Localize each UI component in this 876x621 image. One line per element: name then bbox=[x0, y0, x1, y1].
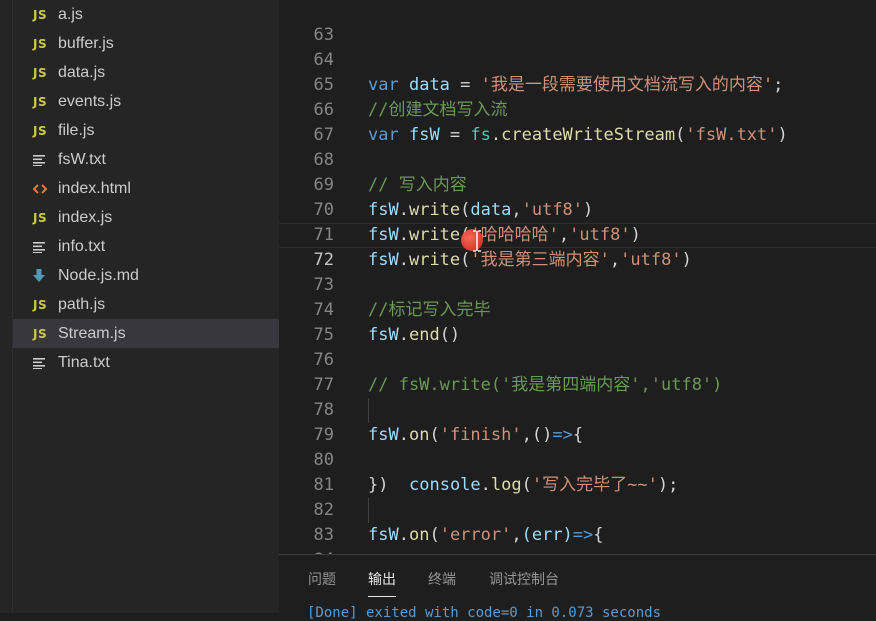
file-label: buffer.js bbox=[58, 34, 114, 52]
code-editor[interactable]: 63 64 var data = '我是一段需要使用文档流写入的内容'; 65 … bbox=[279, 0, 876, 554]
explorer-sidebar: JS a.js JS buffer.js JS data.js JS event… bbox=[0, 0, 279, 613]
tab-output[interactable]: 输出 bbox=[368, 569, 396, 597]
file-label: index.js bbox=[58, 208, 113, 226]
file-item-info-txt[interactable]: info.txt bbox=[13, 232, 279, 261]
code-line[interactable]: 74 fsW.end() bbox=[279, 273, 876, 345]
html-icon bbox=[33, 183, 57, 195]
js-icon: JS bbox=[33, 36, 48, 51]
file-label: info.txt bbox=[58, 237, 106, 255]
tab-terminal[interactable]: 终端 bbox=[428, 569, 456, 589]
file-item-index-js[interactable]: JS index.js bbox=[13, 203, 279, 232]
bottom-panel: 问题 输出 终端 调试控制台 [Done] exited with code=0… bbox=[279, 554, 876, 621]
file-item-tina-txt[interactable]: Tina.txt bbox=[13, 348, 279, 377]
code-line[interactable]: 77 bbox=[279, 348, 876, 395]
file-item-buffer-js[interactable]: JS buffer.js bbox=[13, 29, 279, 58]
file-label: a.js bbox=[58, 5, 83, 23]
file-label: file.js bbox=[58, 121, 95, 139]
code-line[interactable]: 83 console.log(err); bbox=[279, 498, 876, 545]
code-line[interactable]: 70 fsW.write('哈哈哈哈','utf8') bbox=[279, 173, 876, 245]
file-item-events-js[interactable]: JS events.js bbox=[13, 87, 279, 116]
code-line[interactable]: 71 fsW.write('我是第三端内容','utf8') bbox=[279, 198, 876, 270]
file-label: Node.js.md bbox=[58, 266, 139, 284]
current-code-line[interactable]: 72 bbox=[279, 223, 876, 270]
text-file-icon bbox=[33, 154, 57, 166]
js-icon: JS bbox=[33, 65, 48, 80]
code-line[interactable]: 75 bbox=[279, 298, 876, 345]
file-item-a-js[interactable]: JS a.js bbox=[13, 0, 279, 29]
tab-debug-console[interactable]: 调试控制台 bbox=[489, 569, 559, 589]
file-item-index-html[interactable]: index.html bbox=[13, 174, 279, 203]
js-icon: JS bbox=[33, 210, 48, 225]
file-item-path-js[interactable]: JS path.js bbox=[13, 290, 279, 319]
code-line[interactable]: 66 var fsW = fs.createWriteStream('fsW.t… bbox=[279, 73, 876, 145]
file-label: Tina.txt bbox=[58, 353, 110, 371]
code-line[interactable]: 80 }) bbox=[279, 423, 876, 495]
js-icon: JS bbox=[33, 7, 48, 22]
js-icon: JS bbox=[33, 94, 48, 109]
code-line[interactable]: 84 }) bbox=[279, 523, 876, 554]
code-line[interactable]: 79 console.log('写入完毕了~~'); bbox=[279, 398, 876, 495]
js-icon: JS bbox=[33, 326, 48, 341]
file-item-fsw-txt[interactable]: fsW.txt bbox=[13, 145, 279, 174]
file-label: Stream.js bbox=[58, 324, 126, 342]
text-cursor-icon bbox=[473, 230, 481, 252]
code-line[interactable]: 67 bbox=[279, 98, 876, 145]
code-line[interactable]: 81 bbox=[279, 448, 876, 495]
markdown-icon bbox=[33, 268, 57, 283]
text-file-icon bbox=[33, 357, 57, 369]
js-icon: JS bbox=[33, 123, 48, 138]
js-icon: JS bbox=[33, 297, 48, 312]
indent-guide bbox=[368, 498, 369, 523]
tab-problems[interactable]: 问题 bbox=[308, 569, 336, 589]
code-line[interactable]: 68 // 写入内容 bbox=[279, 123, 876, 195]
code-line[interactable]: 69 fsW.write(data,'utf8') bbox=[279, 148, 876, 220]
code-line[interactable]: 63 bbox=[279, 0, 876, 45]
code-line[interactable]: 78 fsW.on('finish',()=>{ bbox=[279, 373, 876, 445]
code-line[interactable]: 73 //标记写入完毕 bbox=[279, 248, 876, 320]
code-line[interactable]: 64 var data = '我是一段需要使用文档流写入的内容'; bbox=[279, 23, 876, 95]
indent-guide bbox=[368, 398, 369, 423]
file-item-data-js[interactable]: JS data.js bbox=[13, 58, 279, 87]
text-file-icon bbox=[33, 241, 57, 253]
file-label: fsW.txt bbox=[58, 150, 106, 168]
file-label: index.html bbox=[58, 179, 131, 197]
output-text: [Done] exited with code=0 in 0.073 secon… bbox=[307, 605, 662, 621]
code-line[interactable]: 76 // fsW.write('我是第四端内容','utf8') bbox=[279, 323, 876, 395]
file-item-node-js-md[interactable]: Node.js.md bbox=[13, 261, 279, 290]
file-label: path.js bbox=[58, 295, 106, 313]
file-item-stream-js[interactable]: JS Stream.js bbox=[13, 319, 279, 348]
code-line[interactable]: 65 //创建文档写入流 bbox=[279, 48, 876, 120]
code-line[interactable]: 82 fsW.on('error',(err)=>{ bbox=[279, 473, 876, 545]
file-label: data.js bbox=[58, 63, 106, 81]
file-label: events.js bbox=[58, 92, 122, 110]
file-item-file-js[interactable]: JS file.js bbox=[13, 116, 279, 145]
